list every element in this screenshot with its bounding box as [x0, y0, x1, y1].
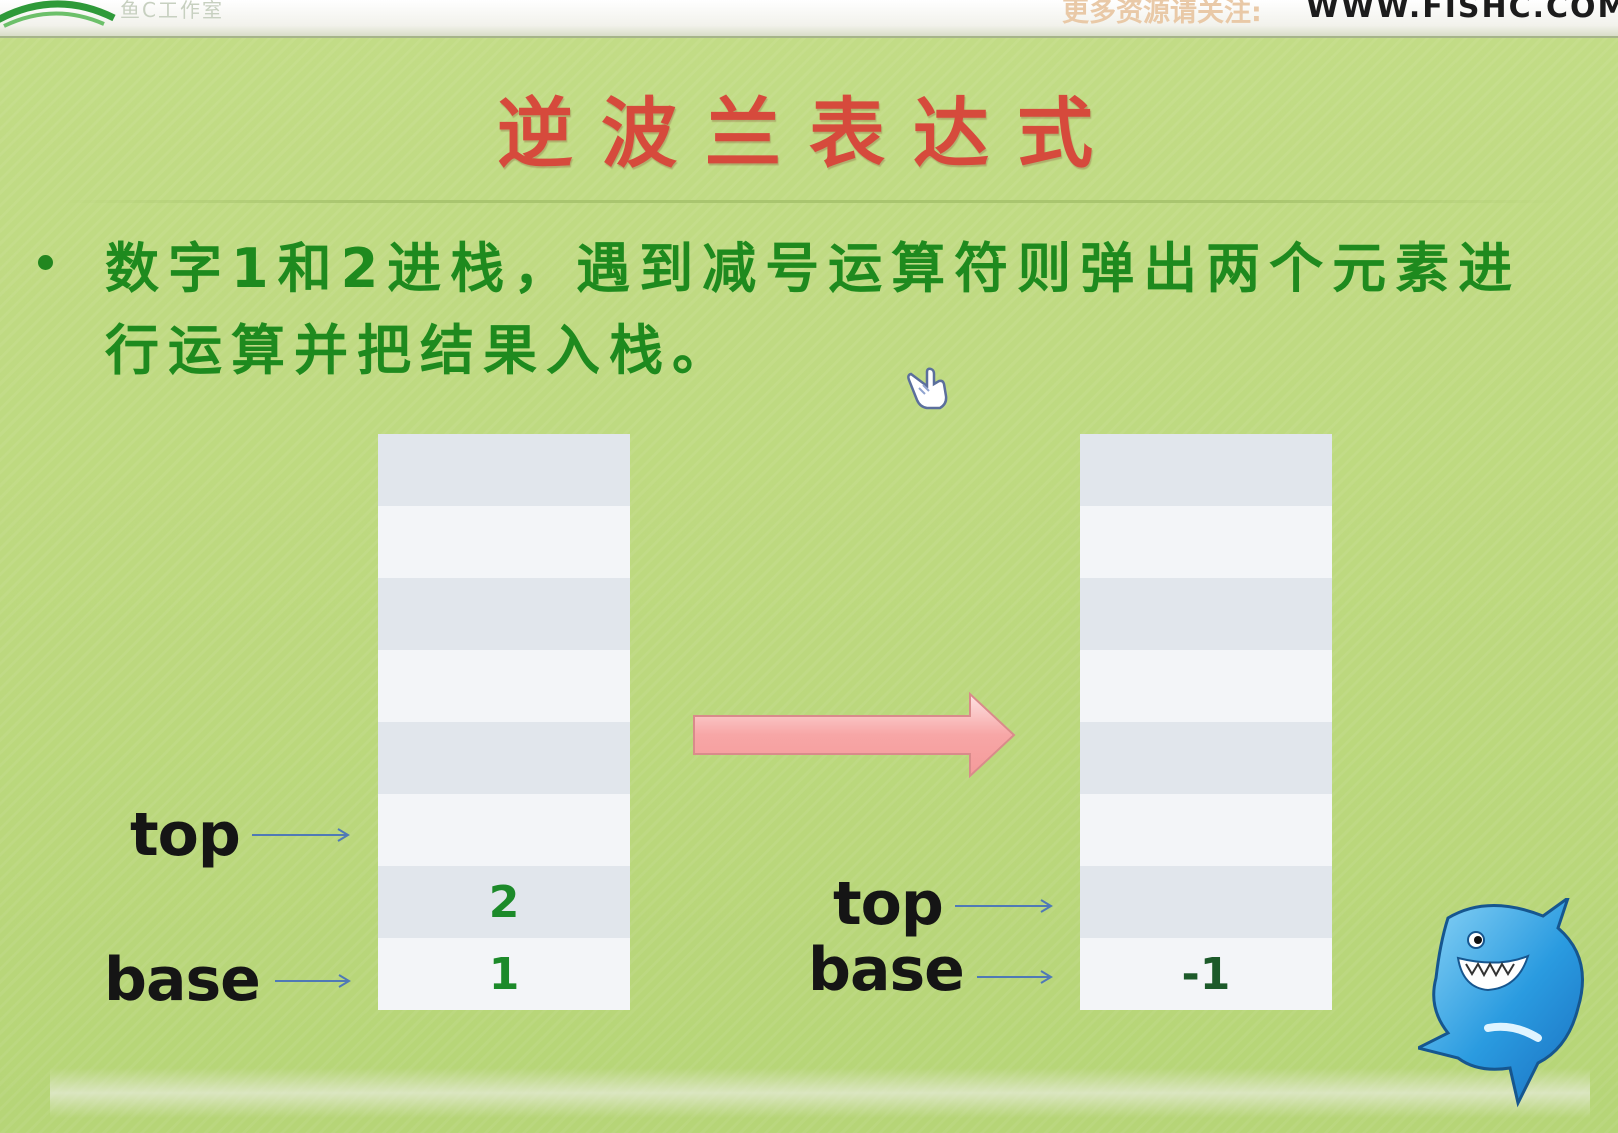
right-base-pointer-icon [977, 970, 1053, 984]
right-base-label: base [808, 935, 965, 1005]
right-top-pointer-icon [955, 899, 1053, 913]
stack-cell [1080, 434, 1332, 506]
right-top-label: top [833, 869, 944, 939]
stack-after: -1 [1080, 434, 1332, 1010]
stack-cell [378, 578, 630, 650]
left-base-pointer-icon [275, 974, 351, 988]
stack-cell [1080, 506, 1332, 578]
stack-cell [378, 650, 630, 722]
top-banner: 鱼C工作室 更多资源请关注: WWW.FISHC.COM [0, 0, 1618, 38]
hand-cursor-icon [907, 367, 948, 410]
stack-cell [378, 434, 630, 506]
stack-cell [1080, 866, 1332, 938]
stack-cell-value-1: 1 [378, 938, 630, 1010]
left-top-label: top [130, 800, 241, 870]
stack-cell [378, 794, 630, 866]
stack-cell [1080, 650, 1332, 722]
stack-cell [378, 506, 630, 578]
stack-cell-value-result: -1 [1080, 938, 1332, 1010]
logo-text: 鱼C工作室 [120, 0, 224, 22]
title-divider [60, 200, 1560, 203]
left-top-pointer-icon [252, 828, 350, 842]
site-label: 更多资源请关注: [1062, 0, 1262, 28]
footer-strip [50, 1068, 1590, 1118]
stack-cell [1080, 794, 1332, 866]
stack-cell [378, 722, 630, 794]
shark-mascot-icon [1418, 898, 1584, 1108]
stack-cell-value-2: 2 [378, 866, 630, 938]
stack-cell [1080, 578, 1332, 650]
bullet-icon [38, 255, 53, 270]
bullet-text: 数字1和2进栈，遇到减号运算符则弹出两个元素进行运算并把结果入栈。 [105, 237, 1522, 382]
left-base-label: base [104, 945, 261, 1015]
site-url: WWW.FISHC.COM [1306, 0, 1618, 25]
slide-title: 逆波兰表达式 [497, 89, 1121, 178]
stack-before: 2 1 [378, 434, 630, 1010]
stack-cell [1080, 722, 1332, 794]
transition-arrow-icon [693, 691, 1016, 779]
